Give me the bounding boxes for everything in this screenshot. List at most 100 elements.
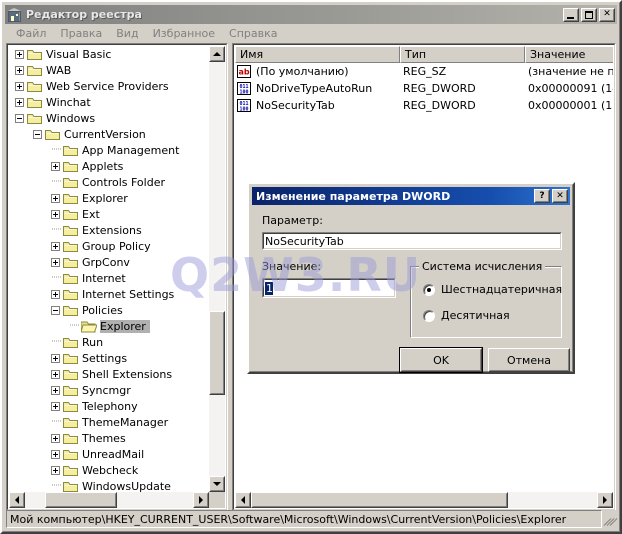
collapse-icon[interactable] [51,305,60,315]
tree-scroll-right-button[interactable] [193,492,209,508]
tree-horizontal-scrollbar[interactable] [9,492,225,508]
menu-file[interactable]: Файл [9,26,53,41]
menu-favorites[interactable]: Избранное [146,26,222,41]
expand-icon[interactable] [51,241,60,251]
tree-node-extensions[interactable]: Extensions [9,222,209,238]
tree-node-internet-settings[interactable]: Internet Settings [9,286,209,302]
value-row[interactable]: ab (По умолчанию) REG_SZ (значение не присв… [235,63,613,80]
values-hscroll-thumb[interactable] [251,492,508,508]
tree-node-themes[interactable]: Themes [9,430,209,446]
menu-view[interactable]: Вид [109,26,145,41]
tree-node-explorer[interactable]: Explorer [9,190,209,206]
window-titlebar[interactable]: Редактор реестра ✕ [5,5,617,24]
folder-icon [63,368,79,381]
expand-icon[interactable] [51,401,60,411]
tree-node-label: Run [82,335,104,349]
expand-icon[interactable] [51,209,60,219]
maximize-button[interactable] [581,7,597,22]
expand-icon[interactable] [51,385,60,395]
expand-icon[interactable] [51,369,60,379]
tree-node-webcheck[interactable]: Webcheck [9,462,209,478]
menu-edit[interactable]: Правка [53,26,109,41]
expand-icon[interactable] [51,193,60,203]
tree-node-unreadmail[interactable]: UnreadMail [9,446,209,462]
folder-icon [63,304,79,317]
expand-icon[interactable] [15,49,24,59]
cancel-button[interactable]: Отмена [488,348,570,372]
expand-icon[interactable] [51,433,60,443]
tree-node-label: Applets [82,159,124,173]
tree-node-ext[interactable]: Ext [9,206,209,222]
tree-node-visual-basic[interactable]: Visual Basic [9,46,209,62]
expand-icon[interactable] [51,289,60,299]
resize-grip[interactable] [602,510,618,528]
tree-hscroll-thumb[interactable] [45,492,117,508]
tree-node-controls-folder[interactable]: Controls Folder [9,174,209,190]
tree-node-winchat[interactable]: Winchat [9,94,209,110]
tree-node-run[interactable]: Run [9,334,209,350]
tree-node-telephony[interactable]: Telephony [9,398,209,414]
tree-node-windows[interactable]: Windows [9,110,209,126]
tree-node-currentversion[interactable]: CurrentVersion [9,126,209,142]
tree-scroll-down-button[interactable] [209,476,225,492]
folder-icon [63,400,79,413]
value-row[interactable]: 011 100 NoSecurityTab REG_DWORD 0x00000001 (… [235,97,613,114]
column-header-value[interactable]: Значение [525,46,613,63]
tree-node-internet[interactable]: Internet [9,270,209,286]
tree-node-app-management[interactable]: App Management [9,142,209,158]
value-data-field[interactable]: 1 [262,278,396,298]
expand-icon[interactable] [51,465,60,475]
ok-button[interactable]: OK [399,347,483,373]
registry-tree[interactable]: Visual Basic WAB Web Service Providers Winc… [9,46,209,492]
tree-node-explorer[interactable]: Explorer [9,318,209,334]
tree-scroll-left-button[interactable] [9,492,25,508]
collapse-icon[interactable] [33,129,42,139]
value-data-label: Значение: [262,260,322,273]
dialog-close-button[interactable]: ✕ [552,189,568,203]
tree-node-settings[interactable]: Settings [9,350,209,366]
expand-icon[interactable] [15,81,24,91]
dword-value-icon: 011 100 [237,98,253,113]
tree-node-windowsupdate[interactable]: WindowsUpdate [9,478,209,492]
close-button[interactable]: ✕ [599,7,615,22]
tree-vscroll-thumb[interactable] [209,311,225,395]
help-button[interactable]: ? [534,189,550,203]
expand-icon[interactable] [51,257,60,267]
column-header-type[interactable]: Тип [400,46,525,63]
tree-node-policies[interactable]: Policies [9,302,209,318]
radio-decimal[interactable]: Десятичная [423,309,510,322]
tree-node-thememanager[interactable]: ThemeManager [9,414,209,430]
expand-icon[interactable] [51,161,60,171]
radio-hexadecimal[interactable]: Шестнадцатеричная [423,283,562,296]
tree-node-shell-extensions[interactable]: Shell Extensions [9,366,209,382]
menu-help[interactable]: Справка [222,26,284,41]
expand-icon[interactable] [51,449,60,459]
values-scroll-right-button[interactable] [597,492,613,508]
minimize-button[interactable] [563,7,579,22]
radio-decimal-indicator[interactable] [423,309,435,322]
values-horizontal-scrollbar[interactable] [235,492,613,508]
param-name-field[interactable]: NoSecurityTab [262,232,562,250]
values-scroll-left-button[interactable] [235,492,251,508]
expand-icon[interactable] [15,97,24,107]
tree-node-web-service-providers[interactable]: Web Service Providers [9,78,209,94]
tree-node-grpconv[interactable]: GrpConv [9,254,209,270]
tree-node-label: Explorer [100,319,150,333]
value-row[interactable]: 011 100 NoDriveTypeAutoRun REG_DWORD 0x00000… [235,80,613,97]
column-header-name[interactable]: Имя [235,46,400,63]
tree-node-group-policy[interactable]: Group Policy [9,238,209,254]
tree-node-applets[interactable]: Applets [9,158,209,174]
tree-scroll-up-button[interactable] [209,46,225,62]
tree-node-syncmgr[interactable]: Syncmgr [9,382,209,398]
dialog-titlebar[interactable]: Изменение параметра DWORD ? ✕ [252,187,570,205]
radio-hexadecimal-indicator[interactable] [423,283,435,296]
collapse-icon[interactable] [15,113,24,123]
tree-vertical-scrollbar[interactable] [209,46,225,492]
tree-node-wab[interactable]: WAB [9,62,209,78]
expand-icon[interactable] [15,65,24,75]
expand-icon[interactable] [51,353,60,363]
tree-node-label: Shell Extensions [82,367,173,381]
tree-vscroll-track[interactable] [209,62,225,476]
